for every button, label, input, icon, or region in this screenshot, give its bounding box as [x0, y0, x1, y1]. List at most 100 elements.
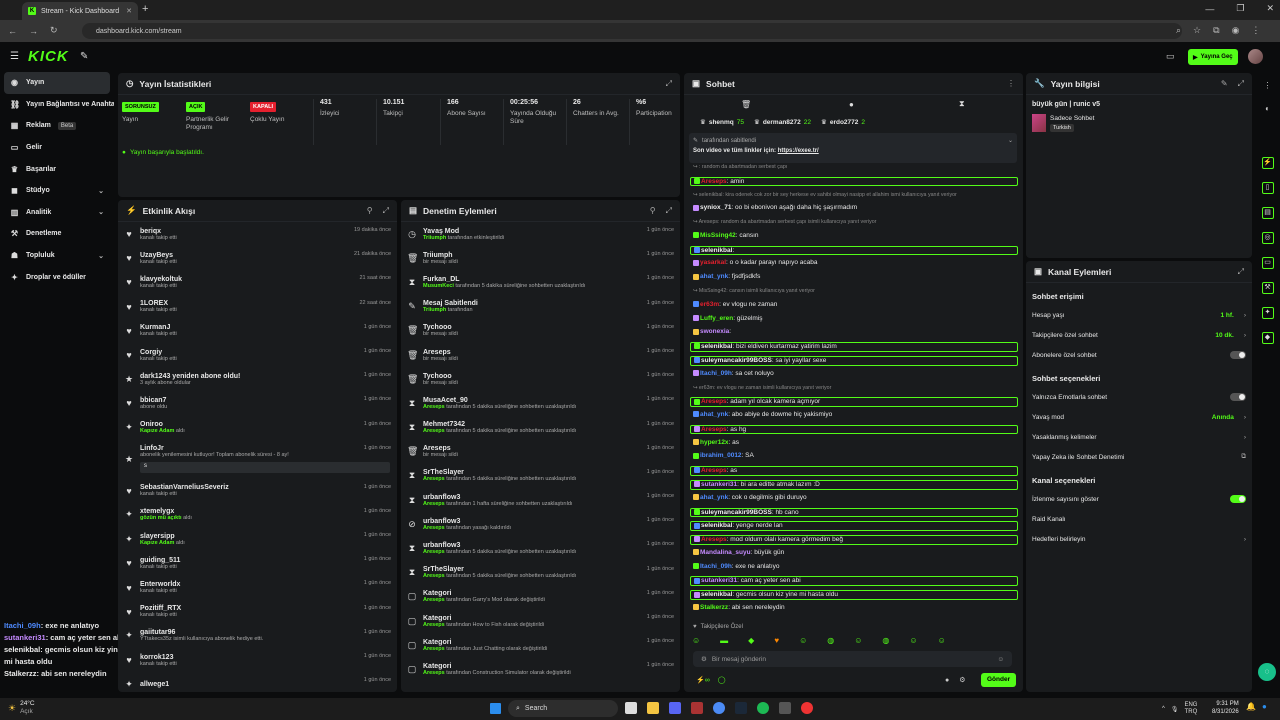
sidebar-item[interactable]: ☗ Topluluk ⌄ [0, 245, 114, 267]
chat-username[interactable]: Luffy_eren [700, 315, 733, 322]
reply-box[interactable]: s [140, 462, 390, 474]
chat-bubble-icon[interactable]: ● [849, 100, 854, 109]
chat-username[interactable]: Itachi_09h [700, 563, 732, 570]
app-icon[interactable] [691, 702, 703, 714]
profile-icon[interactable]: ◉ [1232, 25, 1240, 36]
chat-username[interactable]: Areseps [701, 398, 727, 405]
chat-menu-icon[interactable]: ⋮ [1007, 79, 1015, 88]
chat-username[interactable]: Stalkerzz [700, 604, 728, 611]
avatar[interactable] [1248, 49, 1263, 64]
chat-username[interactable]: Areseps [701, 178, 727, 185]
toggle-switch[interactable] [1230, 495, 1246, 503]
hourglass-icon[interactable]: ⧗ [959, 99, 965, 109]
timer-icon[interactable]: ◯ [718, 676, 726, 684]
sidebar-item[interactable]: ▭ Gelir [0, 137, 114, 159]
obs-icon[interactable] [801, 702, 813, 714]
collapse-icon[interactable]: ⌄ [1008, 137, 1013, 144]
clock[interactable]: 9:31 PM 8/31/2026 [1212, 700, 1239, 716]
taskbar-search[interactable]: ⌕ Search [508, 700, 618, 717]
expand-icon[interactable]: ⤢ [666, 79, 672, 89]
top-chatter[interactable]: ♛ derman8272 22 [754, 118, 811, 127]
edit-icon[interactable]: ✎ [1221, 79, 1228, 88]
moon-icon[interactable]: ◐ [1255, 104, 1280, 113]
channel-action-item[interactable]: Yapay Zeka ile Sohbet Denetimi ⧉ [1026, 447, 1252, 467]
emote-icon[interactable]: ☺ [799, 636, 807, 645]
chat-username[interactable]: selenikbal [701, 591, 732, 598]
chat-username[interactable]: ahat_ynk [700, 494, 728, 501]
kick-logo[interactable]: KICK [28, 48, 69, 65]
chat-username[interactable]: sutankeri31 [701, 577, 737, 584]
chat-username[interactable]: er63m [700, 301, 719, 308]
zoom-icon[interactable]: ⌕ [1176, 25, 1181, 36]
chat-username[interactable]: Areseps [701, 467, 727, 474]
maximize-icon[interactable]: ❐ [1236, 3, 1244, 14]
taskview-icon[interactable] [625, 702, 637, 714]
expand-icon[interactable]: ⤢ [383, 206, 389, 216]
chat-username[interactable]: ibrahim_0012 [700, 452, 742, 459]
expand-icon[interactable]: ⤢ [1238, 79, 1244, 89]
chat-username[interactable]: suleymancakir99BOSS [701, 509, 772, 516]
channel-action-item[interactable]: Yasaklanmış kelimeler › [1026, 427, 1252, 447]
top-chatter[interactable]: ♛ shenmq 75 [700, 118, 744, 127]
channel-action-item[interactable]: İzlenme sayısını göster [1026, 489, 1252, 509]
chat-username[interactable]: hyper12x [700, 439, 729, 446]
chat-username[interactable]: ahat_ynk [700, 411, 728, 418]
url-input[interactable]: dashboard.kick.com/stream [82, 23, 1182, 39]
close-window-icon[interactable]: ✕ [1266, 3, 1274, 14]
top-chatter[interactable]: ♛ erdo2772 2 [821, 118, 865, 127]
reload-icon[interactable]: ↻ [50, 25, 58, 36]
new-tab-button[interactable]: + [142, 3, 148, 15]
trash-icon[interactable]: 🗑 [741, 100, 751, 109]
terminal-icon[interactable] [779, 702, 791, 714]
back-icon[interactable]: ← [8, 26, 17, 36]
expand-icon[interactable]: ⤢ [666, 206, 672, 216]
channel-action-item[interactable]: Yavaş mod Anında › [1026, 407, 1252, 427]
wallet-icon[interactable]: ▭ [1166, 51, 1175, 62]
sidebar-item[interactable]: ◼ Stüdyo ⌄ [0, 180, 114, 202]
diamond-icon[interactable]: ◆ [1261, 332, 1274, 344]
target-icon[interactable]: ◎ [1261, 232, 1274, 244]
chat-username[interactable]: syniox_71 [700, 204, 731, 211]
channel-action-item[interactable]: Hedefleri belirleyin › [1026, 529, 1252, 549]
chat-username[interactable]: Mandalina_suyu [700, 549, 751, 556]
chevron-up-icon[interactable]: ^ [1162, 706, 1165, 712]
channel-action-item[interactable]: Hesap yaşı 1 hf. › [1026, 305, 1252, 325]
mic-icon[interactable]: 🎙 [1171, 706, 1179, 713]
chat-username[interactable]: yasarkal [700, 259, 726, 266]
chat-username[interactable]: Areseps [701, 536, 727, 543]
chat-username[interactable]: ahat_ynk [700, 273, 728, 280]
sidebar-item[interactable]: ⛓ Yayın Bağlantısı ve Anahtar [0, 94, 114, 116]
minimize-icon[interactable]: — [1205, 4, 1214, 14]
bell-icon[interactable]: 🔔 [1246, 702, 1256, 711]
send-button[interactable]: Gönder [981, 673, 1017, 687]
windows-start-icon[interactable] [490, 703, 501, 714]
channel-action-item[interactable]: Takipçilere özel sohbet 10 dk. › [1026, 325, 1252, 345]
chat-username[interactable]: sutankeri31 [701, 481, 737, 488]
emote-icon[interactable]: ◍ [827, 636, 834, 645]
hammer-icon[interactable]: ⚒ [1261, 282, 1274, 294]
chat-username[interactable]: selenikbal [701, 343, 732, 350]
toggle-switch[interactable] [1230, 393, 1246, 401]
bookmark-icon[interactable]: ☆ [1193, 25, 1201, 36]
chat-bubble-icon[interactable]: ● [945, 677, 949, 684]
channel-action-item[interactable]: Abonelere özel sohbet [1026, 345, 1252, 365]
sidebar-item[interactable]: ✦ Droplar ve ödüller [0, 266, 114, 288]
chat-username[interactable]: Areseps [701, 426, 727, 433]
card-icon[interactable]: ▭ [1261, 257, 1274, 269]
emote-icon[interactable]: ▬ [720, 636, 728, 645]
emote-icon[interactable]: ◍ [882, 636, 889, 645]
folder-icon[interactable] [647, 702, 659, 714]
support-icon[interactable]: ◌ [1258, 663, 1276, 681]
sidebar-item[interactable]: ▥ Analitik ⌄ [0, 202, 114, 224]
chat-username[interactable]: swonexia [700, 328, 729, 335]
sidebar-item[interactable]: ⚒ Denetleme [0, 223, 114, 245]
emote-icon[interactable]: ☺ [854, 636, 862, 645]
sidebar-item[interactable]: ♛ Başarılar [0, 158, 114, 180]
sidebar-item[interactable]: ◉ Yayın [4, 72, 110, 94]
emote-icon[interactable]: ☺ [692, 636, 700, 645]
forward-icon[interactable]: → [29, 26, 38, 36]
pinned-link[interactable]: https://exee.tr/ [778, 148, 819, 154]
color-icon[interactable]: ● [1262, 702, 1267, 711]
channel-action-item[interactable]: Yalnızca Emotlarla sohbet [1026, 387, 1252, 407]
toggle-switch[interactable] [1230, 351, 1246, 359]
